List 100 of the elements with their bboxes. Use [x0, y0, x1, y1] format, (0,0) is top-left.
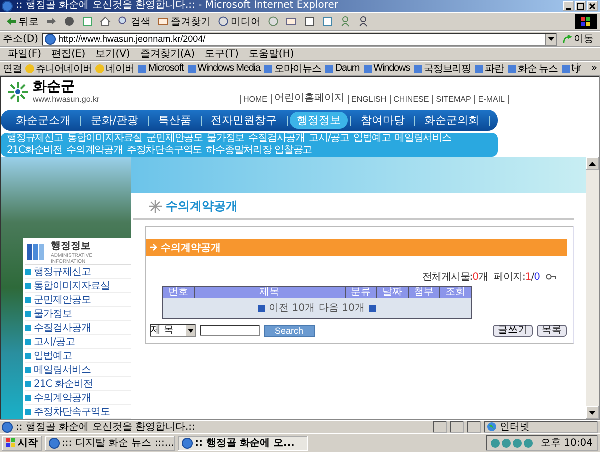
menu-item[interactable]: 보기(V): [96, 47, 130, 61]
status-pane: [433, 421, 447, 433]
page-icon: [506, 64, 517, 74]
page-icon: [182, 438, 193, 448]
envelope-icon: [286, 16, 297, 27]
taskbar-button[interactable]: ::: 디지탈 화순 뉴스 :::...: [45, 436, 175, 450]
link-button[interactable]: 파란: [474, 62, 504, 76]
top-link[interactable]: 어린이홈페이지: [270, 94, 348, 104]
nav-tab[interactable]: 특산품: [151, 112, 198, 129]
binder-icon: [25, 242, 47, 262]
person-icon: [340, 16, 351, 27]
top-link[interactable]: CHINESE: [390, 94, 432, 104]
link-button[interactable]: Windows: [362, 63, 410, 74]
address-field[interactable]: http://www.hwasun.jeonnam.kr/2004/: [42, 32, 557, 46]
curved-arrow-icon: [563, 34, 572, 44]
home-button[interactable]: [97, 14, 114, 29]
next-page-link[interactable]: 다음 10개: [319, 303, 365, 314]
minimize-button[interactable]: [563, 1, 574, 11]
sidebar-item[interactable]: 물가정보: [25, 307, 131, 321]
search-field-select[interactable]: 제 목: [150, 324, 196, 337]
back-button[interactable]: 뒤로: [3, 14, 42, 29]
down-arrow-icon[interactable]: [589, 410, 596, 414]
nav-tab[interactable]: 참여마당: [354, 112, 412, 129]
sidebar-item[interactable]: 수의계약공개: [25, 391, 131, 405]
arrow-icon: [150, 244, 158, 251]
sidebar-item[interactable]: 통합이미지자료실: [25, 279, 131, 293]
menu-item[interactable]: 편집(E): [52, 47, 86, 61]
stop-icon: [64, 16, 75, 27]
menu-item[interactable]: 도움말(H): [248, 47, 294, 61]
page-indicator: 페이지:1/0: [494, 271, 540, 284]
up-arrow-icon[interactable]: [589, 162, 596, 166]
link-button[interactable]: 네이버: [95, 62, 134, 76]
page-icon: [186, 64, 197, 74]
menu-item[interactable]: 파일(F): [8, 47, 42, 61]
link-button[interactable]: 화순 뉴스: [506, 62, 558, 76]
folder-icon: [158, 16, 169, 27]
sidebar-title: 행정정보: [51, 240, 92, 253]
disc-icon: [218, 16, 229, 27]
globe-icon: [487, 422, 497, 432]
more-links-button[interactable]: »: [591, 63, 597, 74]
close-icon: [589, 2, 596, 10]
sidebar-item[interactable]: 메일링서비스: [25, 363, 131, 377]
home-icon: [100, 16, 111, 27]
page-icon: [362, 64, 373, 74]
status-pane: [467, 421, 481, 433]
taskbar-button[interactable]: :: 행정골 화순에 오...: [178, 436, 308, 450]
top-link[interactable]: ENGLISH: [348, 94, 390, 104]
previous-page-icon[interactable]: [258, 304, 266, 312]
sidebar-item[interactable]: 군민제안공모: [25, 293, 131, 307]
link-button[interactable]: 오마이뉴스: [263, 62, 322, 76]
sidebar-item[interactable]: 주정차단속구역도: [25, 405, 131, 419]
search-input[interactable]: [200, 325, 260, 336]
sidebar-item[interactable]: 입법예고: [25, 349, 131, 363]
search-icon: [118, 16, 129, 27]
status-pane: [450, 421, 464, 433]
link-button[interactable]: Windows Media: [186, 63, 260, 74]
key-icon: [546, 274, 557, 280]
link-button[interactable]: t-jr: [560, 63, 581, 74]
column-header: 번호: [162, 286, 194, 298]
sidebar-item[interactable]: 행정규제신고: [25, 265, 131, 279]
nav-tab[interactable]: 문화/관광: [84, 112, 146, 129]
post-count: 전체게시물:0개: [422, 271, 488, 284]
document-icon: [322, 16, 333, 27]
page-icon: [2, 0, 13, 12]
page-title: 수의계약공개: [166, 198, 238, 215]
favorites-button[interactable]: 즐겨찾기: [155, 14, 214, 29]
page-icon: [413, 64, 424, 74]
page-icon: [2, 422, 13, 432]
sidebar-item[interactable]: 21C 화순비전: [25, 377, 131, 391]
status-text: :: 행정골 화순에 오신것을 환영합니다.::: [16, 421, 196, 434]
flag-logo-icon: [6, 438, 16, 448]
search-button[interactable]: 검색: [115, 14, 154, 29]
link-button[interactable]: Microsoft: [137, 63, 184, 74]
start-button[interactable]: 시작: [2, 436, 42, 450]
board-button[interactable]: 글쓰기: [493, 324, 533, 336]
link-button[interactable]: Daum: [324, 63, 360, 74]
next-page-icon[interactable]: [368, 304, 376, 312]
menu-item[interactable]: 도구(T): [205, 47, 239, 61]
previous-page-link[interactable]: 이전 10개: [269, 303, 315, 314]
board-button[interactable]: 목록: [537, 324, 567, 336]
nav-tab[interactable]: 전자민원창구: [204, 112, 284, 129]
scrollbar[interactable]: [586, 157, 599, 419]
column-header: 제목: [194, 286, 346, 298]
top-link[interactable]: SITEMAP: [432, 94, 474, 104]
link-button[interactable]: 쥬니어네이버: [24, 62, 92, 76]
link-button[interactable]: 국정브리핑: [413, 62, 472, 76]
menu-item[interactable]: 즐겨찾기(A): [140, 47, 195, 61]
sidebar-item[interactable]: 수질검사공개: [25, 321, 131, 335]
column-header: 조회: [440, 286, 472, 298]
nav-tab[interactable]: 화순군소개: [9, 112, 78, 129]
nav-tab[interactable]: 화순군의회: [418, 112, 487, 129]
go-button[interactable]: 이동: [560, 32, 597, 46]
media-button[interactable]: 미디어: [215, 14, 264, 29]
sidebar-item[interactable]: 고시/공고: [25, 335, 131, 349]
sunburst-logo-icon: [7, 81, 29, 103]
close-button[interactable]: [587, 1, 598, 11]
flag-logo-icon: [575, 14, 597, 29]
site-logo-text[interactable]: 화순군: [33, 80, 100, 95]
top-link[interactable]: HOME: [240, 94, 271, 104]
maximize-button[interactable]: [575, 1, 586, 11]
